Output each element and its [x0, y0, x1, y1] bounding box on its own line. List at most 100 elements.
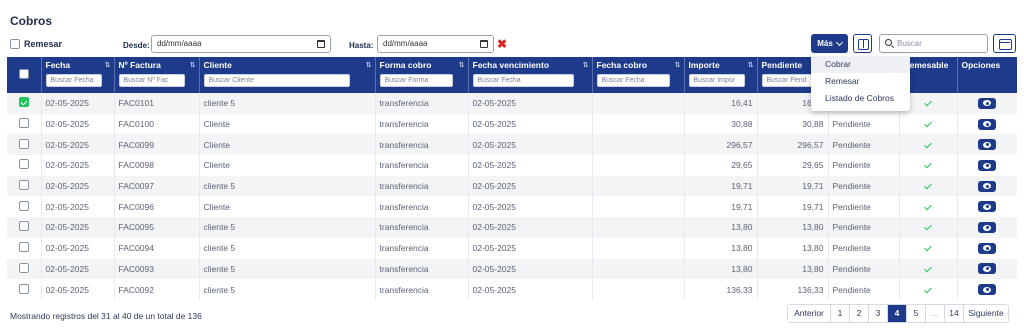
header-factura[interactable]: Nº Factura ⇅ Buscar Nº Fac [114, 57, 200, 93]
filter-cobro-input[interactable]: Buscar Fecha [596, 74, 670, 87]
table-row[interactable]: 02-05-2025 FAC0098 Cliente transferencia 02-… [7, 155, 1017, 176]
cell-estado: Pendiente [828, 113, 900, 135]
cell-cliente: Cliente [199, 134, 376, 156]
row-checkbox[interactable] [18, 221, 29, 232]
menu-item-listado-cobros[interactable]: Listado de Cobros [811, 90, 910, 107]
hasta-date-value: dd/mm/aaaa [383, 39, 428, 48]
check-icon [924, 98, 932, 107]
table-row[interactable]: 02-05-2025 FAC0093 cliente 5 transferencia 0… [7, 258, 1017, 280]
filter-forma-input[interactable]: Buscar Forma [379, 74, 454, 87]
pager-page-button[interactable]: 1 [831, 305, 850, 322]
header-fecha-cobro[interactable]: Fecha cobro ⇅ Buscar Fecha [592, 57, 685, 93]
pager-page-button[interactable]: 4 [888, 305, 907, 322]
calendar-icon[interactable] [317, 40, 325, 48]
desde-date-input[interactable]: dd/mm/aaaa [151, 35, 331, 53]
check-icon [924, 119, 932, 128]
cell-pendiente: 19,71 [757, 175, 829, 197]
pager-page-button[interactable]: 3 [869, 305, 888, 322]
row-select-cell [7, 113, 42, 135]
row-checkbox[interactable] [18, 138, 29, 149]
cell-pendiente: 29,65 [757, 155, 829, 176]
cell-fecha-vencimiento: 02-05-2025 [468, 196, 593, 218]
pager-page-button[interactable]: 2 [850, 305, 869, 322]
remesar-toggle[interactable]: Remesar [10, 39, 62, 49]
row-checkbox[interactable] [18, 118, 29, 129]
sort-icon[interactable]: ⇅ [105, 61, 111, 69]
filter-fecha-input[interactable]: Buscar Fecha [45, 74, 102, 87]
calendar-icon[interactable] [480, 40, 488, 48]
table-row[interactable]: 02-05-2025 FAC0096 Cliente transferencia 02-… [7, 196, 1017, 218]
filter-importe-input[interactable]: Buscar Impor [688, 74, 745, 87]
row-select-cell [7, 217, 42, 238]
cell-estado: Pendiente [828, 134, 900, 156]
table-row[interactable]: 02-05-2025 FAC0094 cliente 5 transferencia 0… [7, 237, 1017, 259]
filter-cliente-input[interactable]: Buscar Cliente [203, 74, 351, 87]
view-eye-icon[interactable] [978, 222, 997, 234]
cell-fecha-cobro [592, 93, 685, 114]
remesar-checkbox[interactable] [10, 39, 20, 49]
pager-next-button[interactable]: Siguiente [964, 305, 1008, 322]
sort-icon[interactable]: ⇅ [675, 61, 681, 69]
mas-label: Más [817, 39, 833, 48]
sort-icon[interactable]: ⇅ [366, 61, 372, 69]
row-checkbox[interactable] [18, 159, 29, 170]
header-fecha[interactable]: Fecha ⇅ Buscar Fecha [41, 57, 115, 93]
pager-page-button[interactable]: 14 [945, 305, 964, 322]
table-row[interactable]: 02-05-2025 FAC0100 Cliente transferencia 02-… [7, 113, 1017, 135]
table-row[interactable]: 02-05-2025 FAC0099 Cliente transferencia 02-… [7, 134, 1017, 156]
sort-icon[interactable]: ⇅ [748, 61, 754, 69]
row-checkbox[interactable] [18, 200, 29, 211]
cell-opciones [957, 155, 1017, 176]
columns-toggle-button[interactable] [853, 34, 872, 53]
search-input[interactable]: Buscar [879, 34, 988, 53]
cell-fecha-cobro [592, 155, 685, 176]
filter-vencimiento-input[interactable]: Buscar Fecha [472, 74, 574, 87]
view-eye-icon[interactable] [978, 180, 997, 192]
cell-fecha-cobro [592, 279, 685, 300]
row-checkbox[interactable] [18, 242, 29, 253]
select-all-checkbox[interactable] [18, 69, 29, 79]
view-eye-icon[interactable] [978, 118, 997, 130]
hasta-date-input[interactable]: dd/mm/aaaa [377, 35, 494, 53]
view-eye-icon[interactable] [978, 263, 997, 275]
cell-fecha: 02-05-2025 [41, 113, 115, 135]
check-icon [924, 243, 932, 252]
row-select-cell [7, 237, 42, 259]
cell-fecha-cobro [592, 113, 685, 135]
menu-item-cobrar[interactable]: Cobrar [811, 56, 910, 73]
header-forma-cobro[interactable]: Forma cobro ⇅ Buscar Forma [375, 57, 469, 93]
view-eye-icon[interactable] [978, 97, 997, 109]
cell-fecha: 02-05-2025 [41, 134, 115, 156]
view-eye-icon[interactable] [978, 160, 997, 172]
table-row[interactable]: 02-05-2025 FAC0092 cliente 5 transferencia 0… [7, 279, 1017, 300]
sort-icon[interactable]: ⇅ [583, 61, 589, 69]
cell-importe: 296,57 [684, 134, 758, 156]
pager-page-button[interactable]: 5 [907, 305, 926, 322]
header-cliente[interactable]: Cliente ⇅ Buscar Cliente [199, 57, 376, 93]
filter-pendiente-input[interactable]: Buscar Pend [761, 74, 817, 87]
row-checkbox[interactable] [18, 262, 29, 273]
table-row[interactable]: 02-05-2025 FAC0095 cliente 5 transferencia 0… [7, 217, 1017, 238]
check-icon [924, 140, 932, 149]
table-row[interactable]: 02-05-2025 FAC0097 cliente 5 transferencia 0… [7, 175, 1017, 197]
row-checkbox[interactable] [18, 180, 29, 191]
row-checkbox[interactable] [18, 283, 29, 294]
view-eye-icon[interactable] [978, 284, 997, 296]
cell-fecha-vencimiento: 02-05-2025 [468, 93, 593, 114]
sort-icon[interactable]: ⇅ [459, 61, 465, 69]
sort-icon[interactable]: ⇅ [190, 61, 196, 69]
filter-factura-input[interactable]: Buscar Nº Fac [118, 74, 186, 87]
row-checkbox[interactable] [18, 97, 29, 108]
view-eye-icon[interactable] [978, 139, 997, 151]
view-eye-icon[interactable] [978, 242, 997, 254]
pager-prev-button[interactable]: Anterior [788, 305, 831, 322]
layout-toggle-button[interactable] [993, 34, 1016, 53]
header-importe[interactable]: Importe ⇅ Buscar Impor [684, 57, 758, 93]
header-fecha-vencimiento[interactable]: Fecha vencimiento ⇅ Buscar Fecha [468, 57, 593, 93]
menu-item-remesar[interactable]: Remesar [811, 73, 910, 90]
view-eye-icon[interactable] [978, 201, 997, 213]
mas-dropdown-button[interactable]: Más [811, 34, 848, 53]
cell-remesable [899, 134, 958, 156]
clear-dates-icon[interactable]: ✖ [497, 37, 507, 51]
toolbar: Remesar Desde: dd/mm/aaaa Hasta: dd/mm/a… [0, 34, 1024, 56]
